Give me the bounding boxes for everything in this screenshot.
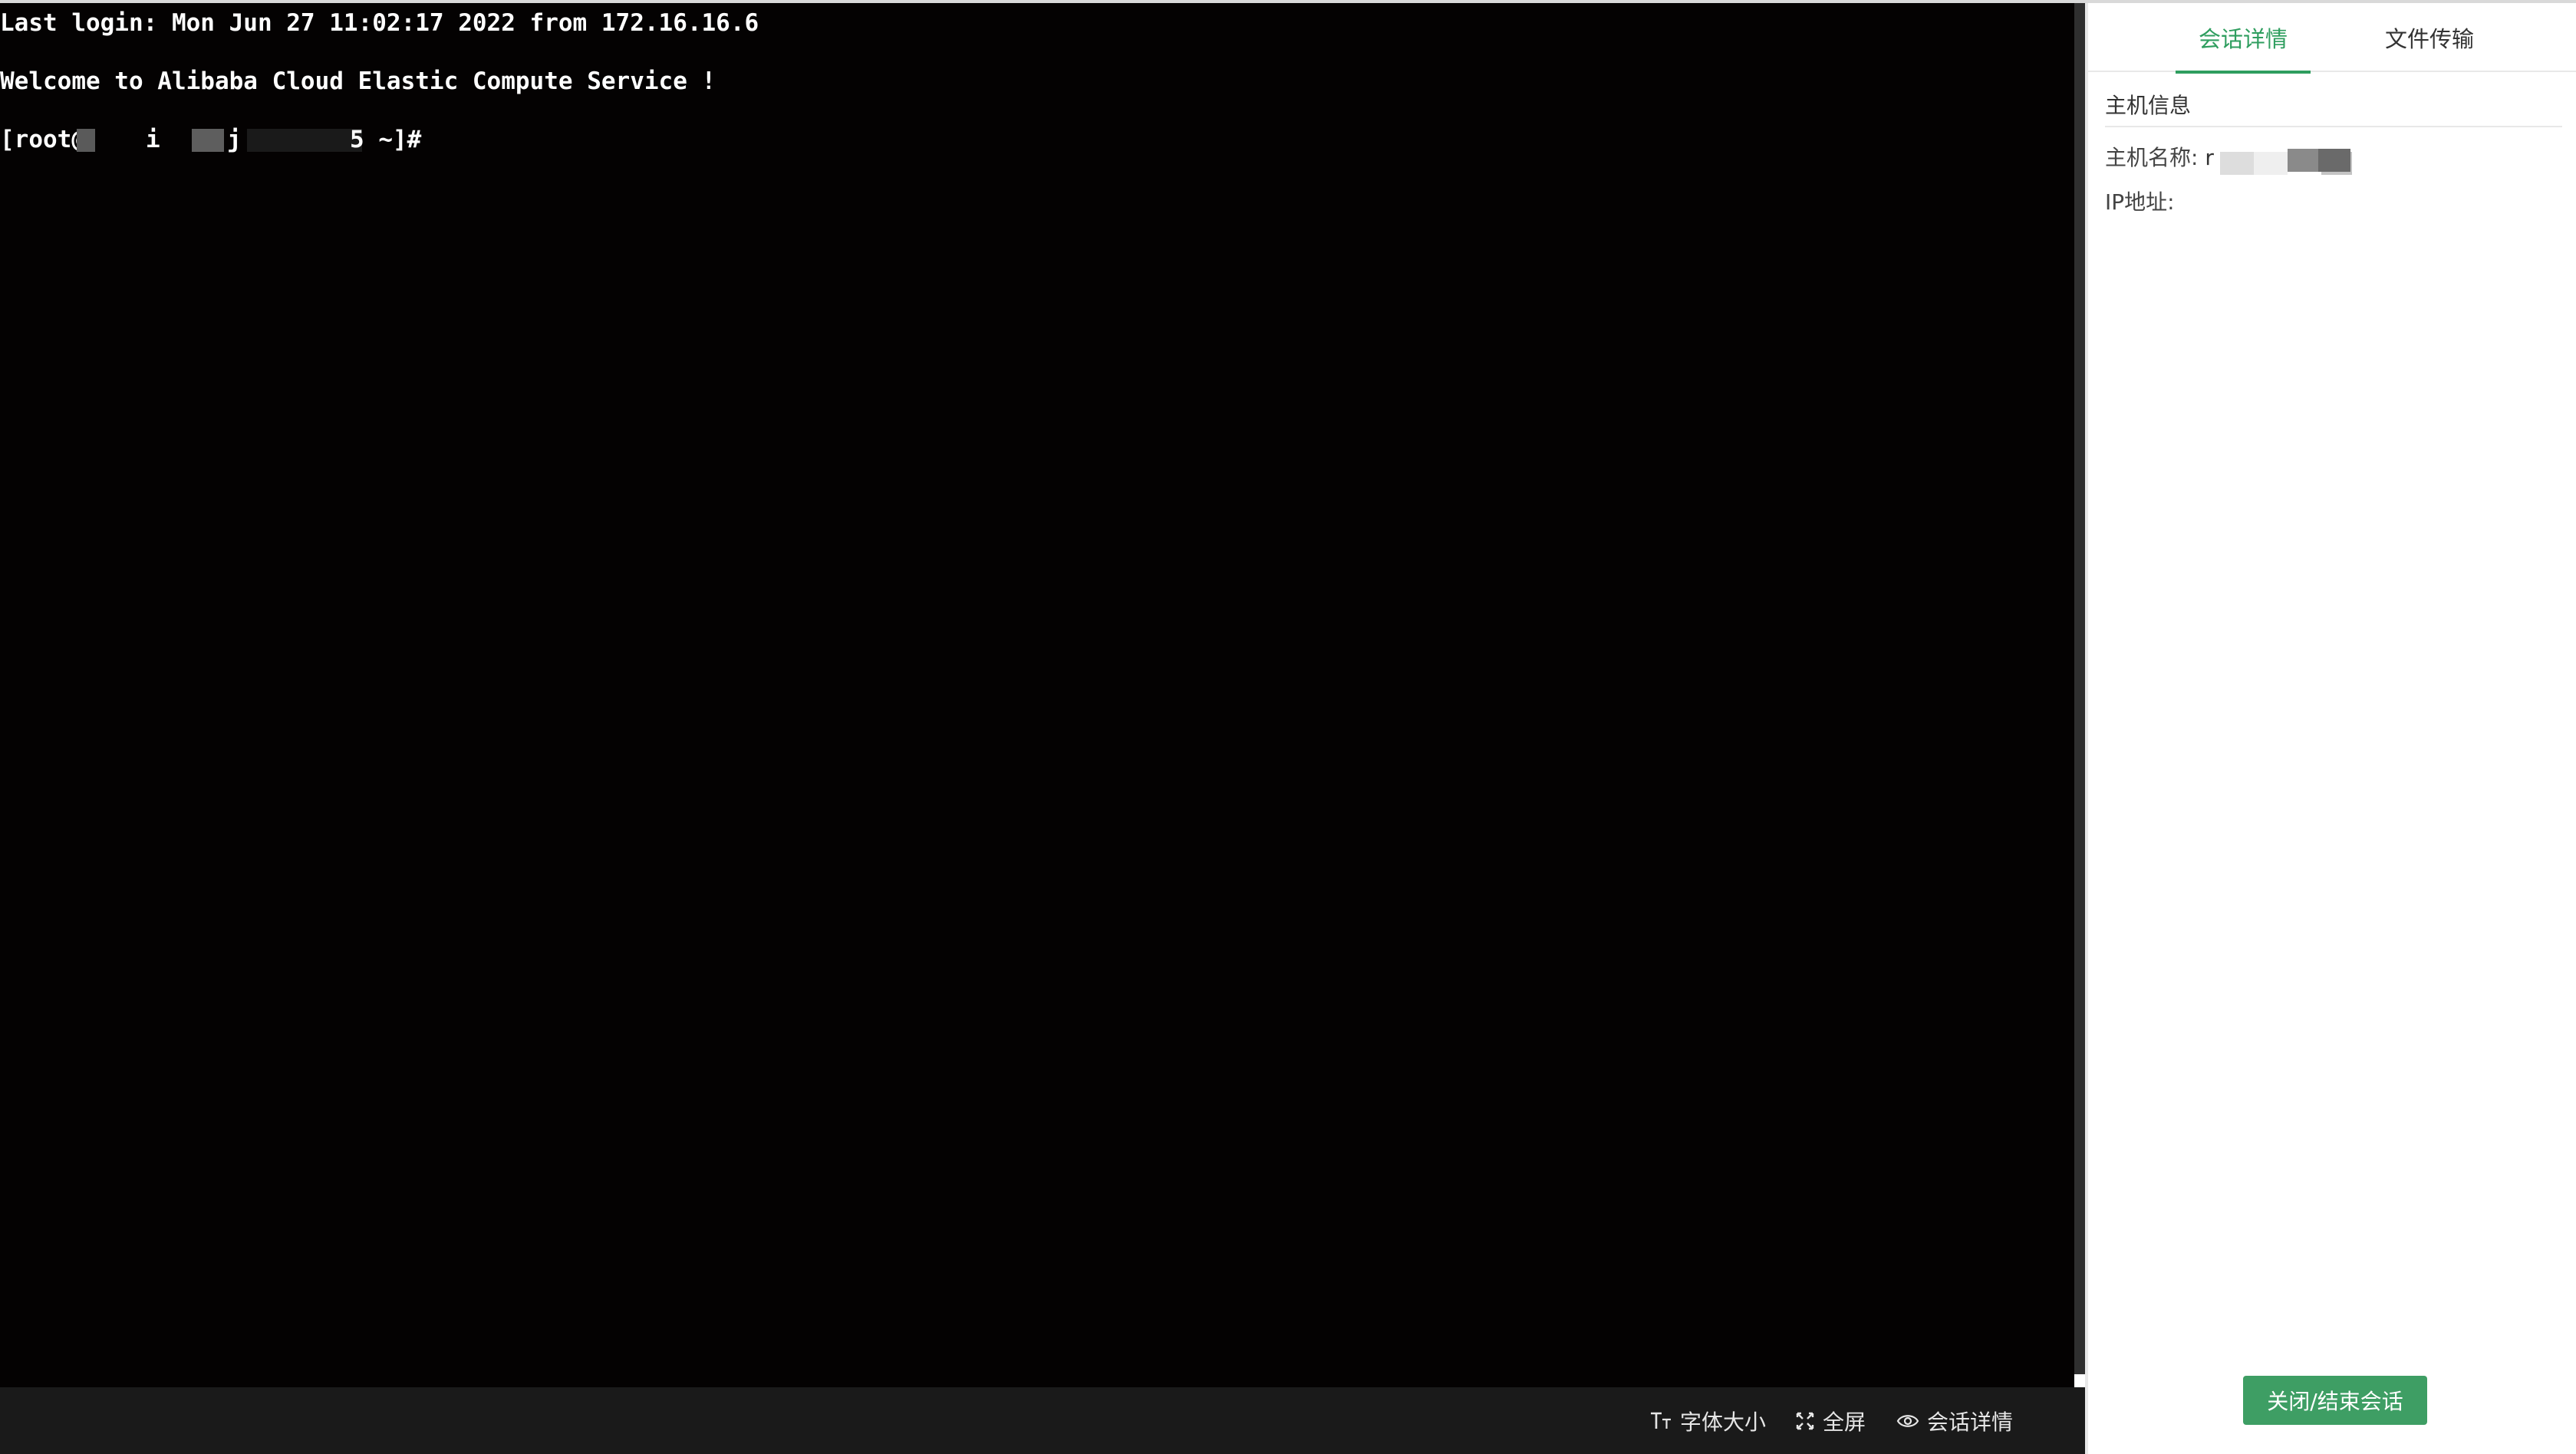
font-size-label: 字体大小 xyxy=(1680,1409,1767,1435)
terminal-line-prompt-end: 5 ~]# xyxy=(350,126,422,153)
host-name-value: r xyxy=(2205,145,2214,170)
end-session-button[interactable]: 关闭/结束会话 xyxy=(2243,1376,2427,1425)
host-name-row: 主机名称: r xyxy=(2105,143,2214,173)
ip-address-row: IP地址: xyxy=(2105,187,2175,218)
terminal-line-last-login: Last login: Mon Jun 27 11:02:17 2022 fro… xyxy=(0,9,759,37)
fullscreen-button[interactable]: 全屏 xyxy=(1795,1387,1866,1454)
session-details-button[interactable]: 会话详情 xyxy=(1896,1387,2013,1454)
terminal-line-welcome: Welcome to Alibaba Cloud Elastic Compute… xyxy=(0,67,716,95)
tab-session-details[interactable]: 会话详情 xyxy=(2176,3,2311,74)
redaction-block xyxy=(2220,152,2254,175)
font-size-button[interactable]: 字体大小 xyxy=(1649,1387,1766,1454)
redaction-block xyxy=(2318,149,2350,172)
ssh-session-app: Last login: Mon Jun 27 11:02:17 2022 fro… xyxy=(0,0,2576,1454)
redaction-block xyxy=(247,129,362,152)
tab-file-transfer[interactable]: 文件传输 xyxy=(2372,3,2487,72)
terminal-toolbar: 字体大小 全屏 会话详情 xyxy=(0,1387,2085,1454)
fullscreen-icon xyxy=(1795,1411,1815,1431)
redaction-block xyxy=(77,129,95,152)
terminal-line-prompt-fragment: j xyxy=(227,126,242,153)
host-name-label: 主机名称: xyxy=(2105,145,2199,170)
terminal-line-prompt-start: [root@ xyxy=(0,126,86,153)
session-details-label: 会话详情 xyxy=(1927,1409,2014,1435)
eye-icon xyxy=(1896,1412,1919,1430)
font-size-icon xyxy=(1649,1411,1672,1431)
redaction-block xyxy=(2288,149,2321,172)
panel-tabs: 会话详情 文件传输 xyxy=(2088,3,2576,74)
ip-address-label: IP地址: xyxy=(2105,189,2175,215)
terminal-output[interactable]: Last login: Mon Jun 27 11:02:17 2022 fro… xyxy=(0,3,2074,1387)
fullscreen-label: 全屏 xyxy=(1823,1409,1866,1435)
terminal-line-prompt-fragment: i xyxy=(146,126,160,153)
session-side-panel: 会话详情 文件传输 主机信息 主机名称: r IP地址: 关闭/结束会话 xyxy=(2085,3,2576,1454)
redaction-block xyxy=(192,129,224,152)
redaction-block xyxy=(2254,152,2288,175)
host-info-section-title: 主机信息 xyxy=(2105,87,2562,127)
terminal-scrollbar[interactable] xyxy=(2074,3,2085,1374)
